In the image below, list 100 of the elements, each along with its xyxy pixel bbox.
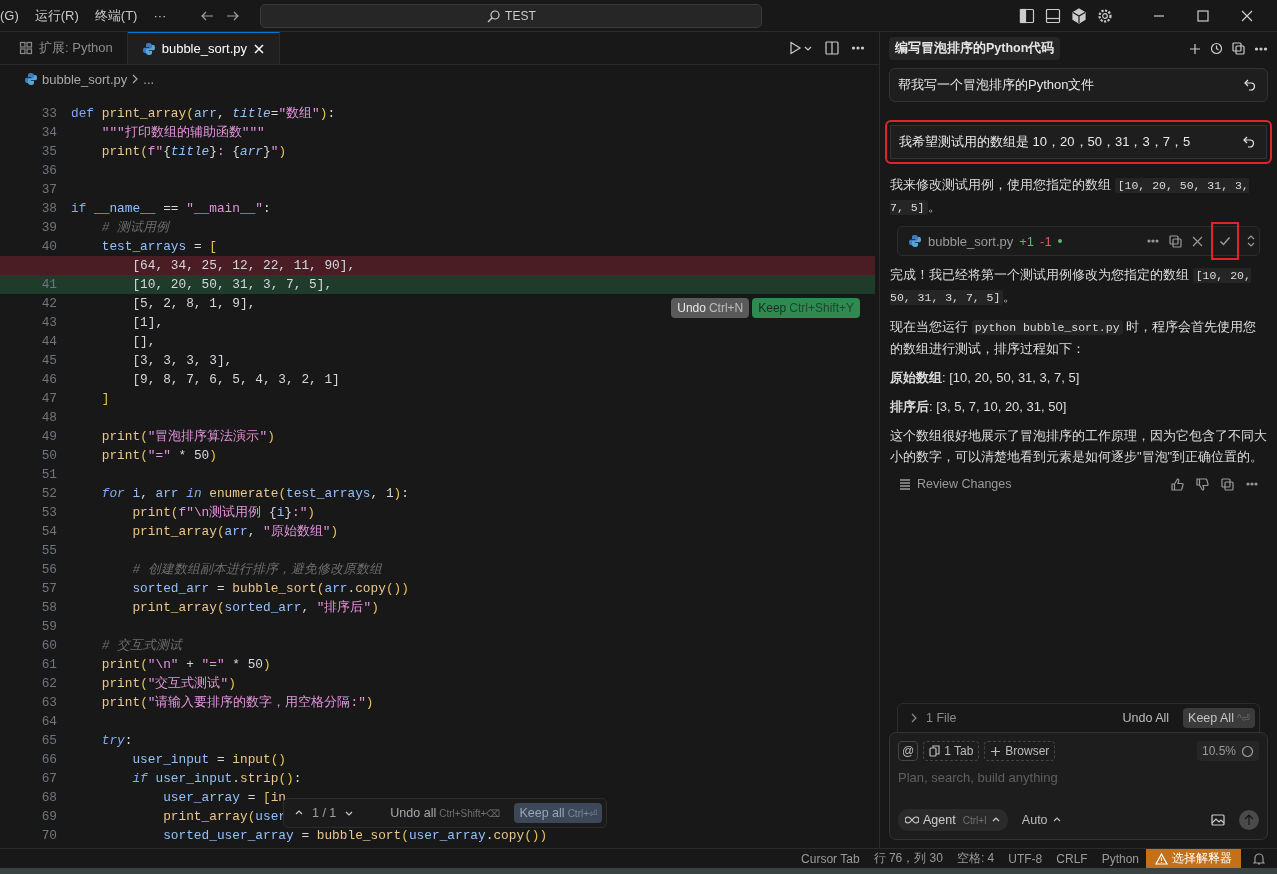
code-line: [64, 34, 25, 12, 22, 11, 90], (131, 258, 356, 273)
status-item[interactable]: 空格: 4 (949, 849, 1002, 868)
progress-ring-icon (1241, 744, 1254, 758)
infinity-icon (905, 816, 919, 824)
copy-icon[interactable] (1169, 234, 1182, 248)
code-line: sorted_user_array = bubble_sort(user_array.copy()) (162, 828, 548, 843)
thumbs-up-icon[interactable] (1171, 477, 1184, 491)
thumbs-down-icon[interactable] (1196, 477, 1209, 491)
code-line: # 创建数组副本进行排序，避免修改原数组 (131, 561, 382, 578)
accept-button[interactable] (1213, 224, 1237, 258)
chat-paragraph: 完成！我已经将第一个测试用例修改为您指定的数组 [10, 20, 50, 31, 3, 7, 5] 。 (889, 266, 1252, 307)
expand-icon[interactable] (1247, 234, 1255, 248)
sidebar-layout-icon[interactable] (1019, 7, 1035, 24)
undo-icon[interactable] (1242, 135, 1256, 149)
menu-item[interactable]: ··· (145, 8, 175, 23)
editor-tab[interactable]: bubble_sort.py (127, 32, 280, 64)
chevron-right-icon[interactable] (910, 713, 918, 723)
search-field[interactable]: TEST (260, 3, 763, 28)
plus-icon (990, 745, 1002, 757)
close-icon[interactable] (1192, 235, 1203, 247)
run-icon[interactable] (789, 41, 813, 55)
split-editor-icon[interactable] (825, 41, 839, 55)
history-icon[interactable] (1210, 42, 1223, 55)
line-number: 45 (40, 353, 57, 368)
keep-all-button[interactable]: Keep all Ctrl+⏎ (514, 803, 603, 823)
line-number: 56 (40, 562, 57, 577)
line-number: 46 (40, 372, 57, 387)
python-icon (908, 234, 922, 248)
diff-position: 1 / 1 (312, 806, 337, 820)
code-line: print("=" * 50) (100, 448, 217, 463)
review-changes-link[interactable]: Review Changes (917, 477, 1012, 491)
code-line: test_arrays = [ (100, 239, 217, 254)
status-item[interactable]: Cursor Tab (794, 849, 867, 868)
close-icon[interactable] (1241, 9, 1253, 22)
code-line: print(f"\n测试用例 {i}:") (131, 504, 316, 521)
code-line: [3, 3, 3, 3], (131, 353, 233, 368)
line-number: 43 (40, 315, 57, 330)
context-usage-badge: 10.5% (1196, 741, 1259, 761)
image-icon[interactable] (1211, 814, 1225, 826)
undo-button[interactable]: Undo Ctrl+N (671, 298, 750, 318)
user-message[interactable]: 帮我写一个冒泡排序的Python文件 (889, 68, 1268, 102)
line-number: 39 (40, 220, 57, 235)
code-line: print_array(sorted_arr, "排序后") (131, 599, 379, 616)
line-number: 62 (40, 676, 57, 691)
file-name: bubble_sort.py (928, 233, 1014, 249)
chat-tab[interactable]: 编写冒泡排序的Python代码 (889, 37, 1061, 60)
settings-icon[interactable] (1097, 7, 1113, 24)
status-dot (1057, 239, 1062, 243)
undo-icon[interactable] (1243, 78, 1257, 92)
bell-icon[interactable] (1253, 852, 1265, 865)
file-count[interactable]: 1 File (926, 711, 957, 725)
line-number: 59 (40, 619, 57, 634)
menu-item[interactable]: 终端(T) (86, 6, 146, 25)
chat-paragraph: 原始数组: [10, 20, 50, 31, 3, 7, 5] (889, 369, 1081, 387)
browser-chip[interactable]: Browser (984, 741, 1056, 761)
status-item[interactable]: UTF-8 (1001, 849, 1050, 868)
user-message[interactable]: 我希望测试用的数组是 10，20，50，31，3，7，5 (885, 120, 1272, 164)
mode-selector[interactable]: Agent Ctrl+I (898, 809, 1008, 831)
status-item[interactable]: CRLF (1049, 849, 1095, 868)
line-number: 63 (40, 695, 57, 710)
search-icon (487, 8, 502, 23)
line-number: 55 (40, 543, 57, 558)
plus-icon[interactable] (1189, 42, 1201, 55)
line-number: 65 (40, 733, 57, 748)
search-text: TEST (505, 8, 536, 23)
copy-icon[interactable] (1232, 42, 1245, 55)
maximize-icon[interactable] (1197, 9, 1209, 22)
undo-all-button[interactable]: Undo All (1116, 710, 1176, 726)
panel-layout-icon[interactable] (1045, 7, 1061, 24)
keep-all-button[interactable]: Keep All ^⏎ (1183, 708, 1255, 728)
breadcrumb-item[interactable]: ... (143, 71, 155, 87)
line-number: 51 (40, 467, 57, 482)
arrow-up-icon (1244, 814, 1254, 826)
copy-icon[interactable] (1221, 477, 1234, 491)
menu-item[interactable]: (G) (0, 8, 27, 23)
line-number: 66 (40, 752, 57, 767)
model-selector[interactable]: Auto (1015, 812, 1068, 828)
status-item[interactable]: 行 76，列 30 (866, 849, 950, 868)
breadcrumb-item[interactable]: bubble_sort.py (42, 71, 128, 87)
extensions-icon (19, 41, 33, 55)
code-line: print_array(user (162, 809, 287, 824)
line-number: 61 (40, 657, 57, 672)
message-input-field[interactable]: Plan, search, build anything (898, 767, 1259, 787)
line-number: 48 (40, 410, 57, 425)
interpreter-warning-button[interactable]: 选择解释器 (1146, 849, 1241, 868)
undo-all-button[interactable]: Undo all Ctrl+Shift+⌫ (384, 805, 507, 821)
code-line: if __name__ == "__main__": (71, 201, 271, 216)
chat-paragraph: 这个数组很好地展示了冒泡排序的工作原理，因为它包含了不同大小的数字，可以清楚地看到元素是如何逐步"冒泡"到正确位置的。 (889, 427, 1268, 466)
mention-button[interactable]: @ (898, 741, 919, 761)
line-number: 68 (40, 790, 57, 805)
status-item[interactable]: Python (1094, 849, 1146, 868)
code-line: user_input = input() (131, 752, 287, 767)
code-line: user_array = [in (162, 790, 287, 805)
code-line: if user_input.strip(): (131, 771, 302, 786)
code-line: # 测试用例 (100, 219, 170, 236)
line-number: 49 (40, 429, 57, 444)
cube-icon[interactable] (1071, 7, 1087, 24)
context-chip[interactable]: 1 Tab (923, 741, 980, 761)
line-number: 69 (40, 809, 57, 824)
menu-item[interactable]: 运行(R) (26, 6, 87, 25)
